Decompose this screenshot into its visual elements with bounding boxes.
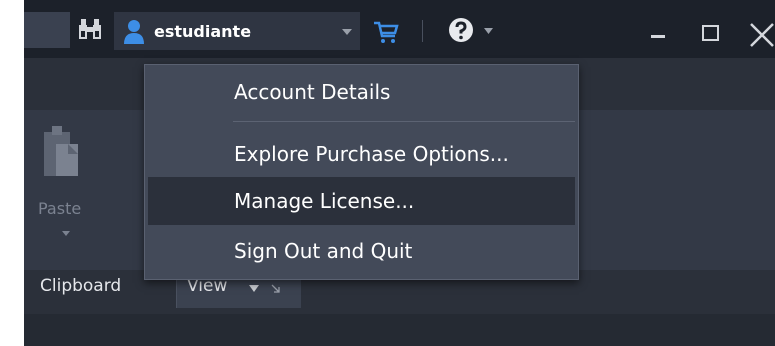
app-window: estudiante Paste Clipboard View Account …	[24, 0, 775, 346]
menu-item-sign-out-and-quit[interactable]: Sign Out and Quit	[148, 227, 575, 275]
paste-icon	[44, 126, 78, 176]
cart-icon[interactable]	[373, 20, 399, 44]
menu-separator	[233, 121, 575, 122]
close-icon[interactable]	[749, 22, 775, 48]
menu-item-account-details[interactable]: Account Details	[148, 68, 575, 116]
chevron-down-icon	[342, 29, 352, 35]
dialog-launcher-icon[interactable]	[271, 284, 281, 294]
user-name: estudiante	[154, 22, 252, 41]
binoculars-icon[interactable]	[76, 17, 104, 41]
maximize-button[interactable]	[702, 25, 719, 41]
title-bar: estudiante	[24, 0, 775, 58]
paste-button-label[interactable]: Paste	[38, 199, 81, 218]
search-box[interactable]	[24, 12, 70, 48]
toolbar-divider	[422, 20, 423, 42]
user-icon	[124, 20, 144, 44]
account-dropdown-menu: Account Details Explore Purchase Options…	[144, 64, 579, 280]
help-icon[interactable]	[448, 17, 474, 43]
user-account-button[interactable]: estudiante	[114, 12, 360, 50]
chevron-down-icon[interactable]	[62, 231, 70, 236]
chevron-down-icon[interactable]	[484, 28, 493, 34]
menu-item-manage-license[interactable]: Manage License...	[148, 177, 575, 225]
chevron-down-icon	[249, 285, 259, 292]
clipboard-group-label: Clipboard	[40, 276, 122, 296]
minimize-button[interactable]	[651, 35, 665, 38]
menu-item-explore-purchase-options[interactable]: Explore Purchase Options...	[148, 130, 575, 178]
workspace-area	[24, 314, 775, 346]
